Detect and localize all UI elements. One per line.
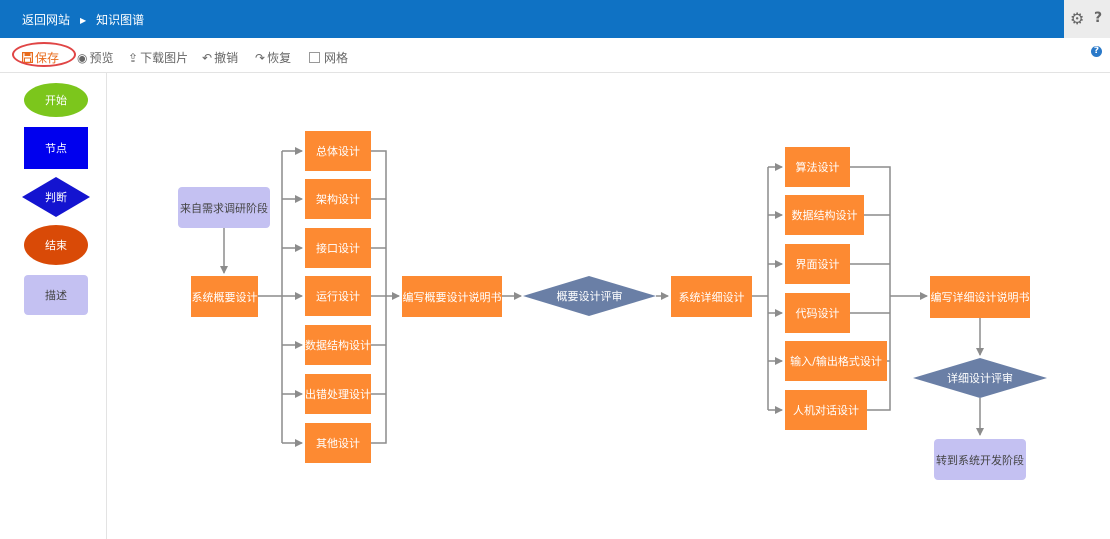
node-label: 总体设计 xyxy=(316,145,360,158)
ui-design-node[interactable]: 界面设计 xyxy=(785,244,850,284)
runtime-design-node[interactable]: 运行设计 xyxy=(305,276,371,316)
node-label: 运行设计 xyxy=(316,290,360,303)
io-format-design-node[interactable]: 输入/输出格式设计 xyxy=(785,341,887,381)
node-label: 其他设计 xyxy=(316,437,360,450)
hci-design-node[interactable]: 人机对话设计 xyxy=(785,390,867,430)
node-label: 架构设计 xyxy=(316,193,360,206)
node-label: 人机对话设计 xyxy=(793,404,859,417)
detailed-review-node[interactable]: 详细设计评审 xyxy=(913,358,1047,398)
write-detailed-doc-node[interactable]: 编写详细设计说明书 xyxy=(930,276,1030,318)
node-label: 编写概要设计说明书 xyxy=(402,290,502,304)
data-structure-design-node[interactable]: 数据结构设计 xyxy=(305,325,371,365)
node-label: 系统概要设计 xyxy=(191,290,258,304)
other-design-node[interactable]: 其他设计 xyxy=(305,423,371,463)
node-label: 算法设计 xyxy=(795,161,840,174)
data-structure-design-2-node[interactable]: 数据结构设计 xyxy=(785,195,864,235)
algorithm-design-node[interactable]: 算法设计 xyxy=(785,147,850,187)
node-label: 界面设计 xyxy=(795,258,840,271)
detailed-design-node[interactable]: 系统详细设计 xyxy=(671,276,752,317)
node-label: 代码设计 xyxy=(795,307,840,320)
overview-review-node[interactable]: 概要设计评审 xyxy=(523,276,656,316)
node-label: 系统详细设计 xyxy=(678,290,745,304)
node-label: 数据结构设计 xyxy=(791,209,858,222)
interface-design-node[interactable]: 接口设计 xyxy=(305,228,371,268)
node-label: 编写详细设计说明书 xyxy=(930,291,1030,304)
overview-design-node[interactable]: 系统概要设计 xyxy=(191,276,258,317)
node-label: 接口设计 xyxy=(316,242,360,255)
overall-design-node[interactable]: 总体设计 xyxy=(305,131,371,171)
node-label: 转到系统开发阶段 xyxy=(936,453,1024,467)
error-handling-design-node[interactable]: 出错处理设计 xyxy=(305,374,371,414)
node-label: 概要设计评审 xyxy=(556,290,623,303)
write-overview-doc-node[interactable]: 编写概要设计说明书 xyxy=(402,276,502,317)
from-requirements-node[interactable]: 来自需求调研阶段 xyxy=(178,187,270,228)
node-label: 数据结构设计 xyxy=(305,339,371,352)
node-label: 来自需求调研阶段 xyxy=(180,201,268,215)
to-dev-phase-node[interactable]: 转到系统开发阶段 xyxy=(934,439,1026,480)
code-design-node[interactable]: 代码设计 xyxy=(785,293,850,333)
node-label: 输入/输出格式设计 xyxy=(790,355,882,368)
connector xyxy=(371,150,387,444)
node-label: 出错处理设计 xyxy=(305,388,371,401)
architecture-design-node[interactable]: 架构设计 xyxy=(305,179,371,219)
node-label: 详细设计评审 xyxy=(947,372,1013,385)
